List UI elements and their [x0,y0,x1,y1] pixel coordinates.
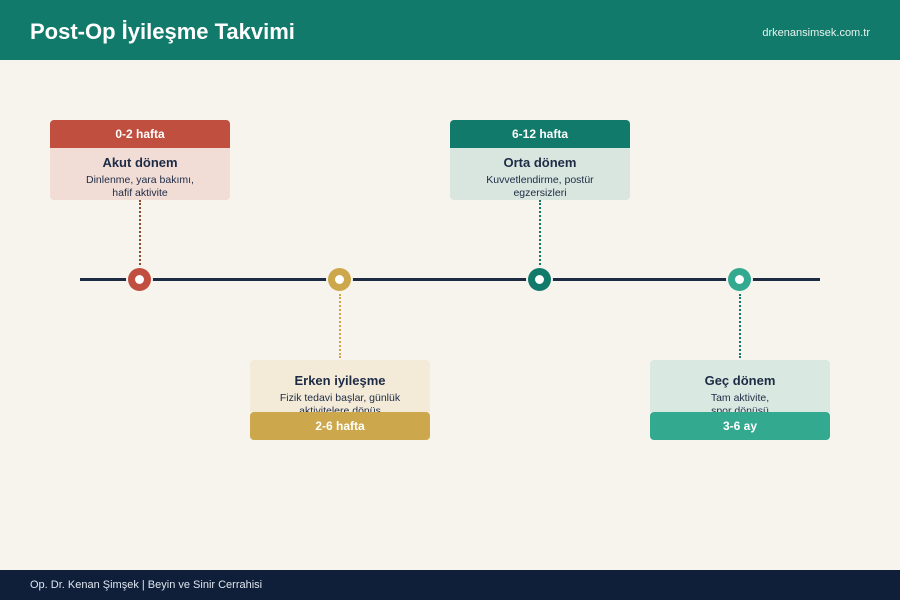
stage-description: Dinlenme, yara bakımı, hafif aktivite [86,174,194,199]
stage-description: Tam aktivite, spor dönüşü [710,392,770,412]
connector-stage-4 [739,294,741,358]
stage-description: Kuvvetlendirme, postür egzersizleri [486,174,594,199]
stage-body: Geç dönem Tam aktivite, spor dönüşü [650,360,830,412]
website-url: drkenansimsek.com.tr [762,27,870,39]
footer-credit: Op. Dr. Kenan Şimşek | Beyin ve Sinir Ce… [30,579,263,591]
stage-period-label: 2-6 hafta [250,412,430,440]
connector-stage-1 [139,200,141,268]
stage-body: Erken iyileşme Fizik tedavi başlar, günl… [250,360,430,412]
stage-body: Orta dönem Kuvvetlendirme, postür egzers… [450,148,630,200]
stage-body: Akut dönem Dinlenme, yara bakımı, hafif … [50,148,230,200]
stage-description: Fizik tedavi başlar, günlük aktivitelere… [279,392,401,412]
timeline-line [80,278,820,281]
timeline-node-stage-2 [326,266,353,293]
stage-period-label: 3-6 ay [650,412,830,440]
timeline-node-stage-4 [726,266,753,293]
timeline-node-stage-1 [126,266,153,293]
stage-title: Orta dönem [503,155,577,170]
timeline-node-stage-3 [526,266,553,293]
page-title: Post-Op İyileşme Takvimi [30,19,295,44]
header-bar: Post-Op İyileşme Takvimi drkenansimsek.c… [0,0,900,60]
stage-period-label: 6-12 hafta [450,120,630,148]
connector-stage-3 [539,200,541,268]
stage-title: Akut dönem [102,155,178,170]
footer-bar: Op. Dr. Kenan Şimşek | Beyin ve Sinir Ce… [0,570,900,600]
connector-stage-2 [339,294,341,358]
stage-title: Geç dönem [704,373,776,388]
stage-period-label: 0-2 hafta [50,120,230,148]
stage-title: Erken iyileşme [294,373,386,388]
